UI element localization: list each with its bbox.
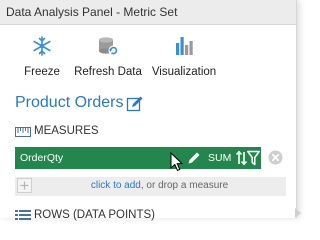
remove-field-icon[interactable] bbox=[268, 150, 283, 165]
drop-zone-hint: , or drop a measure bbox=[140, 180, 229, 191]
measure-drop-zone[interactable]: click to add, or drop a measure bbox=[15, 177, 286, 196]
edit-pencil-icon[interactable] bbox=[187, 151, 201, 165]
metric-set-title: Product Orders bbox=[15, 94, 124, 111]
freeze-button[interactable]: Freeze bbox=[23, 34, 61, 82]
panel-edge-arrow-icon[interactable] bbox=[295, 208, 301, 218]
bar-chart-icon bbox=[176, 37, 193, 55]
rows-icon bbox=[15, 210, 31, 220]
data-analysis-panel: Data Analysis Panel - Metric Set Freeze bbox=[0, 0, 297, 221]
visualization-button[interactable]: Visualization bbox=[150, 34, 218, 82]
refresh-data-icon bbox=[99, 37, 119, 56]
filter-icon[interactable] bbox=[247, 150, 260, 166]
snowflake-icon bbox=[33, 36, 51, 56]
freeze-label: Freeze bbox=[24, 66, 60, 78]
visualization-label: Visualization bbox=[151, 66, 217, 78]
refresh-data-button[interactable]: Refresh Data bbox=[74, 34, 142, 82]
click-to-add-link[interactable]: click to add bbox=[91, 180, 141, 191]
mouse-cursor-icon bbox=[170, 152, 184, 172]
aggregation-label[interactable]: SUM bbox=[208, 152, 231, 164]
drop-zone-text: click to add, or drop a measure bbox=[15, 180, 286, 191]
refresh-data-label: Refresh Data bbox=[74, 66, 142, 78]
ruler-icon bbox=[15, 127, 31, 137]
measures-label: MEASURES bbox=[34, 125, 99, 137]
rows-label: ROWS (DATA POINTS) bbox=[34, 209, 155, 221]
sort-icon[interactable] bbox=[236, 150, 247, 166]
title-bar: Data Analysis Panel - Metric Set bbox=[0, 0, 296, 25]
window-title: Data Analysis Panel - Metric Set bbox=[6, 5, 178, 19]
measure-field-name: OrderQty bbox=[20, 152, 64, 164]
measure-field-pill[interactable]: OrderQty SUM bbox=[15, 147, 261, 169]
edit-pencil-icon[interactable] bbox=[126, 95, 144, 113]
